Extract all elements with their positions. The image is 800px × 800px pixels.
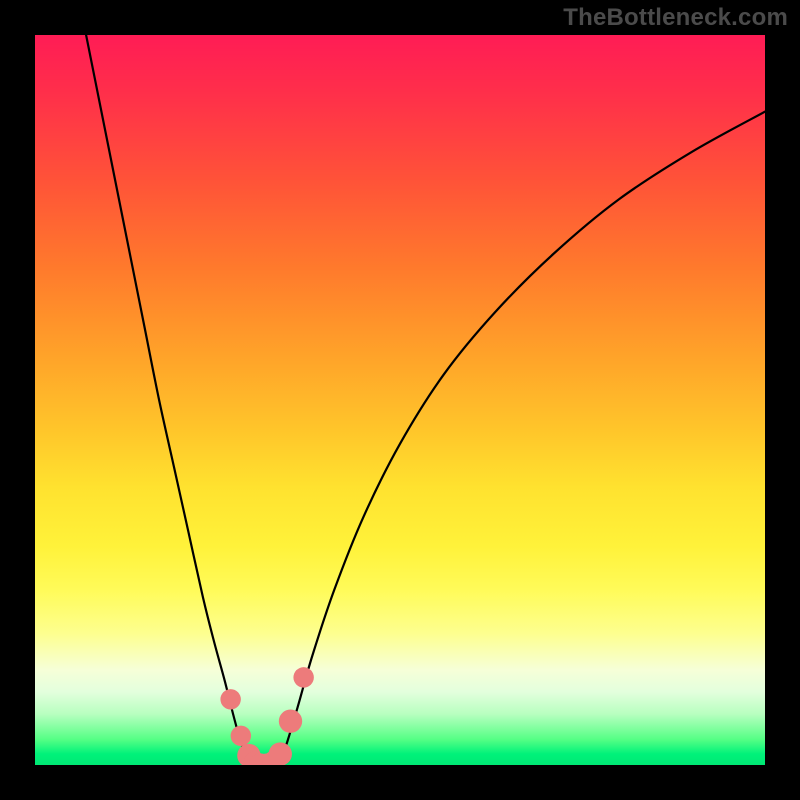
plot-area — [35, 35, 765, 765]
watermark-text: TheBottleneck.com — [563, 4, 788, 32]
data-marker — [293, 667, 313, 687]
curve-left-branch — [86, 35, 250, 763]
data-marker — [269, 742, 292, 765]
data-marker — [231, 726, 251, 746]
chart-stage: TheBottleneck.com — [0, 0, 800, 800]
data-marker — [220, 689, 240, 709]
curve-right-branch — [280, 112, 765, 763]
data-marker — [279, 710, 302, 733]
curve-layer — [35, 35, 765, 765]
